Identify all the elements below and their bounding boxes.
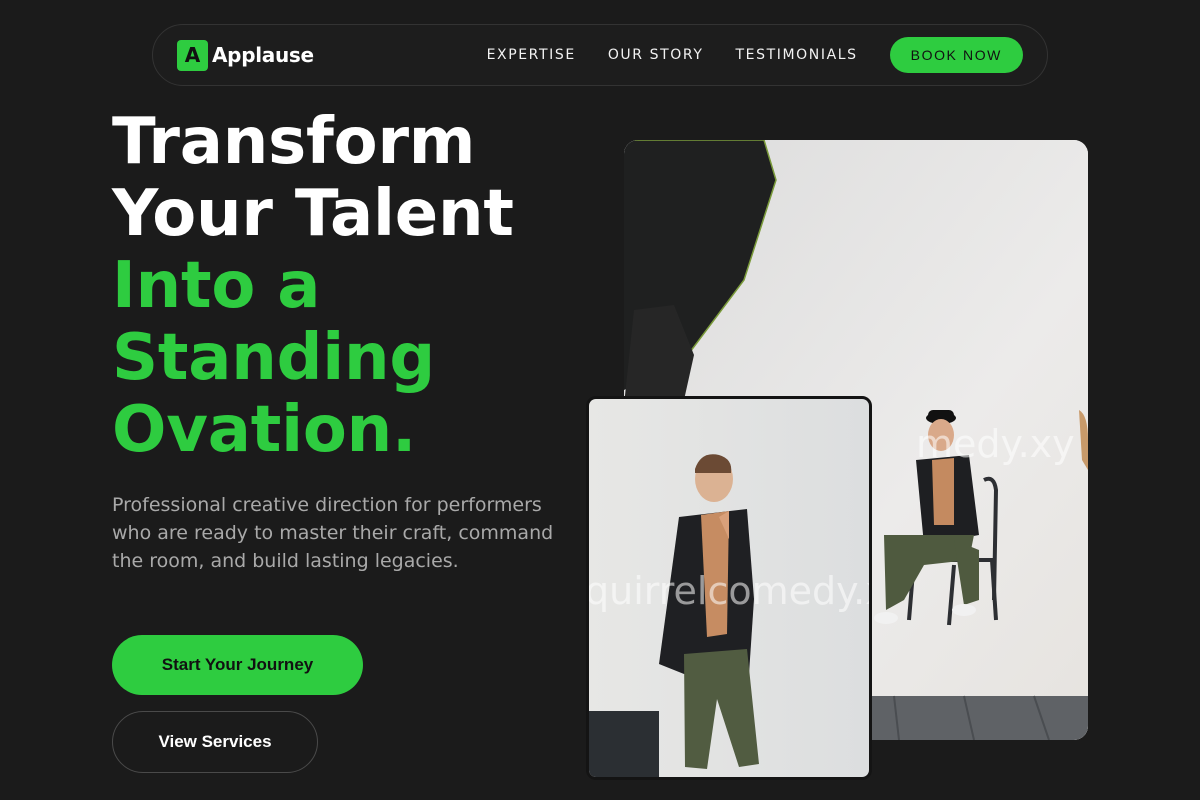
hero-photo-small: quirrelcomedy.xy [586,396,872,780]
top-navigation: A Applause EXPERTISE OUR STORY TESTIMONI… [152,24,1048,86]
brand-logo[interactable]: A Applause [177,39,314,71]
headline-line-5: Ovation. [112,393,417,467]
logo-mark-icon: A [177,39,208,71]
headline-line-4: Standing [112,321,435,395]
view-services-button[interactable]: View Services [112,711,318,773]
nav-link-expertise[interactable]: EXPERTISE [487,47,576,63]
standing-model-image [589,399,869,777]
headline-line-1: Transform [112,105,476,179]
hero-subtext: Professional creative direction for perf… [112,494,554,572]
nav-link-our-story[interactable]: OUR STORY [608,47,704,63]
headline-line-3: Into a [112,249,321,323]
nav-links: EXPERTISE OUR STORY TESTIMONIALS BOOK NO… [487,37,1023,73]
start-journey-button[interactable]: Start Your Journey [112,635,363,695]
nav-link-testimonials[interactable]: TESTIMONIALS [736,47,858,63]
brand-name: Applause [212,43,314,67]
book-now-button[interactable]: BOOK NOW [889,37,1023,73]
hero-headline: Transform Your Talent Into a Standing Ov… [112,106,592,466]
headline-line-2: Your Talent [112,177,514,251]
